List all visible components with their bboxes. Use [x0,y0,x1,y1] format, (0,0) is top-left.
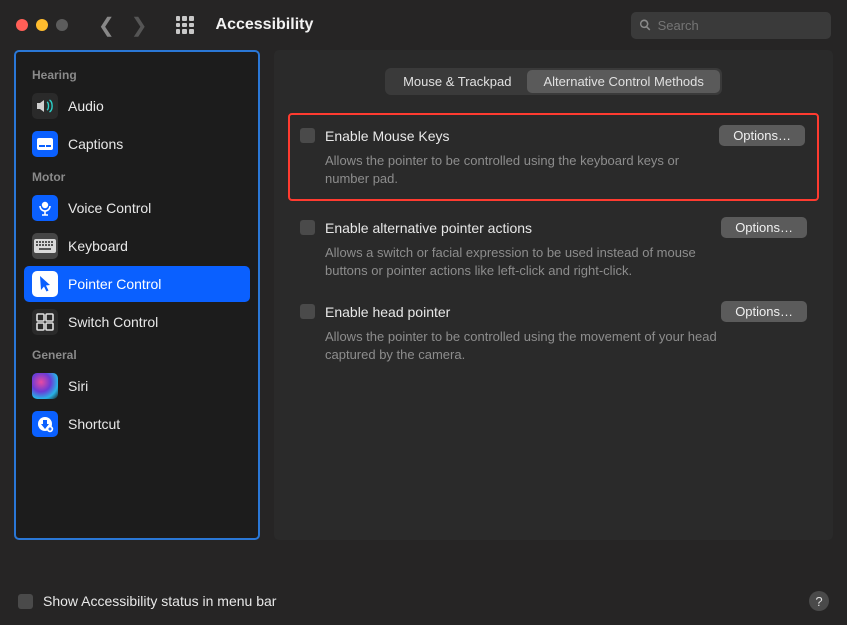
show-all-icon[interactable] [176,16,194,34]
enable-head-pointer-label: Enable head pointer [325,304,711,320]
sidebar-item-label: Keyboard [68,238,128,254]
footer: Show Accessibility status in menu bar ? [18,591,829,611]
help-button[interactable]: ? [809,591,829,611]
captions-icon [32,131,58,157]
minimize-window-button[interactable] [36,19,48,31]
sidebar-item-shortcut[interactable]: Shortcut [24,406,250,442]
traffic-lights [16,19,68,31]
search-icon [639,18,652,32]
main-area: Hearing Audio Captions Motor Voice Contr… [0,50,847,610]
enable-mouse-keys-checkbox[interactable] [300,128,315,143]
search-input[interactable] [658,18,823,33]
sidebar-item-captions[interactable]: Captions [24,126,250,162]
sidebar-section-hearing: Hearing [24,62,250,86]
sidebar-item-label: Audio [68,98,104,114]
highlighted-setting: Enable Mouse Keys Options… Allows the po… [288,113,819,201]
tab-mouse-trackpad[interactable]: Mouse & Trackpad [387,70,527,93]
nav-forward-button[interactable]: ❯ [131,13,148,38]
content-panel: Mouse & Trackpad Alternative Control Met… [274,50,833,540]
alt-pointer-desc: Allows a switch or facial expression to … [300,238,720,279]
sidebar: Hearing Audio Captions Motor Voice Contr… [14,50,260,540]
sidebar-item-label: Pointer Control [68,276,161,292]
sidebar-item-label: Siri [68,378,88,394]
voice-control-icon [32,195,58,221]
sidebar-item-switch-control[interactable]: Switch Control [24,304,250,340]
tab-alternative-control[interactable]: Alternative Control Methods [527,70,719,93]
head-pointer-desc: Allows the pointer to be controlled usin… [300,322,720,363]
sidebar-section-motor: Motor [24,164,250,188]
status-menubar-label: Show Accessibility status in menu bar [43,593,276,609]
sidebar-item-voice-control[interactable]: Voice Control [24,190,250,226]
enable-mouse-keys-label: Enable Mouse Keys [325,128,709,144]
sidebar-section-general: General [24,342,250,366]
pane-title: Accessibility [216,16,314,34]
keyboard-icon [32,233,58,259]
tab-bar: Mouse & Trackpad Alternative Control Met… [296,68,811,95]
enable-alt-pointer-label: Enable alternative pointer actions [325,220,711,236]
shortcut-icon [32,411,58,437]
close-window-button[interactable] [16,19,28,31]
enable-alt-pointer-checkbox[interactable] [300,220,315,235]
switch-icon [32,309,58,335]
sidebar-item-label: Shortcut [68,416,120,432]
audio-icon [32,93,58,119]
sidebar-item-label: Voice Control [68,200,151,216]
sidebar-item-audio[interactable]: Audio [24,88,250,124]
sidebar-item-siri[interactable]: Siri [24,368,250,404]
head-pointer-options-button[interactable]: Options… [721,301,807,322]
sidebar-item-label: Captions [68,136,123,152]
nav-arrows: ❮ ❯ [98,13,148,38]
titlebar: ❮ ❯ Accessibility [0,0,847,50]
siri-icon [32,373,58,399]
sidebar-item-pointer-control[interactable]: Pointer Control [24,266,250,302]
enable-head-pointer-checkbox[interactable] [300,304,315,319]
sidebar-item-label: Switch Control [68,314,158,330]
sidebar-item-keyboard[interactable]: Keyboard [24,228,250,264]
mouse-keys-options-button[interactable]: Options… [719,125,805,146]
search-field[interactable] [631,12,831,39]
nav-back-button[interactable]: ❮ [98,13,115,38]
zoom-window-button[interactable] [56,19,68,31]
alt-pointer-options-button[interactable]: Options… [721,217,807,238]
mouse-keys-desc: Allows the pointer to be controlled usin… [300,146,720,187]
pointer-icon [32,271,58,297]
status-menubar-checkbox[interactable] [18,594,33,609]
